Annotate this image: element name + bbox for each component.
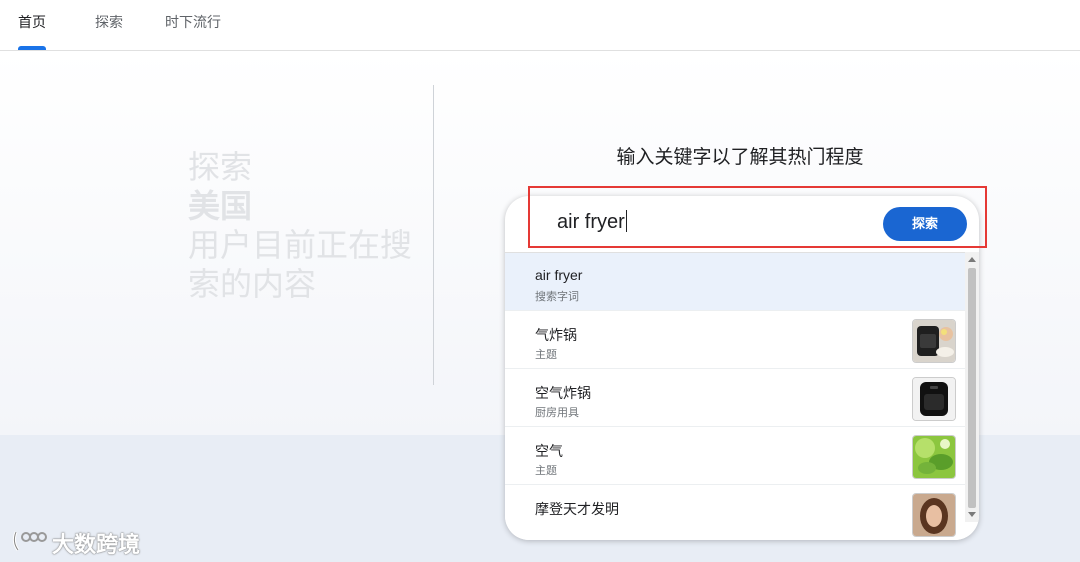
tab-explore-label: 探索: [95, 14, 123, 30]
suggestion-type: 主题: [535, 465, 557, 477]
search-row: air fryer 探索: [505, 196, 979, 252]
suggestion-item[interactable]: 气炸锅 主题: [505, 311, 965, 369]
search-input-value: air fryer: [557, 211, 625, 233]
suggestion-title: 摩登天才发明: [535, 501, 619, 517]
scroll-up-arrow-icon[interactable]: [968, 257, 976, 262]
tab-explore[interactable]: 探索: [95, 12, 123, 50]
hero-line-content: 索的内容: [188, 266, 317, 302]
tab-trending[interactable]: 时下流行: [165, 12, 221, 50]
watermark-logo-icon: [12, 531, 47, 551]
tab-home-label: 首页: [18, 14, 46, 30]
air-fryer-photo: [912, 319, 956, 363]
suggestion-item[interactable]: air fryer 搜索字词: [505, 253, 965, 311]
suggestion-title: 气炸锅: [535, 327, 577, 343]
black-air-fryer-photo: [912, 377, 956, 421]
suggestion-title: 空气: [535, 443, 563, 459]
green-leaves-photo: [912, 435, 956, 479]
suggestion-type: 厨房用具: [535, 407, 579, 419]
text-caret: [625, 210, 627, 232]
tab-home[interactable]: 首页: [18, 12, 46, 50]
suggestion-type: 主题: [535, 349, 557, 361]
suggestion-item[interactable]: 空气炸锅 厨房用具: [505, 369, 965, 427]
suggestion-title: 空气炸锅: [535, 385, 591, 401]
active-tab-indicator: [18, 46, 46, 50]
hero-line-explore: 探索: [188, 149, 253, 185]
suggestion-title: air fryer: [535, 267, 583, 283]
hero-headline: 探索 美国 用户目前正在搜 索的内容: [188, 148, 428, 304]
hero-divider: [433, 85, 434, 385]
suggestion-item[interactable]: 摩登天才发明: [505, 485, 965, 540]
suggestion-type: 搜索字词: [535, 291, 579, 303]
search-input[interactable]: air fryer: [557, 210, 627, 234]
explore-button[interactable]: 探索: [883, 207, 967, 241]
hero-country: 美国: [188, 188, 253, 224]
suggestion-list: air fryer 搜索字词 气炸锅 主题 空气炸锅 厨房用具 空气 主题 摩登…: [505, 252, 965, 540]
top-nav: 首页 探索 时下流行: [0, 0, 1080, 51]
hero-line-users: 用户目前正在搜: [188, 227, 413, 263]
scroll-thumb[interactable]: [968, 268, 976, 508]
search-card: air fryer 探索 air fryer 搜索字词 气炸锅 主题 空气炸锅 …: [505, 196, 979, 540]
search-prompt: 输入关键字以了解其热门程度: [616, 147, 864, 168]
scroll-down-arrow-icon[interactable]: [968, 512, 976, 517]
suggestion-item[interactable]: 空气 主题: [505, 427, 965, 485]
watermark-text: 大数跨境: [52, 532, 141, 557]
woman-portrait-photo: [912, 493, 956, 537]
tab-trending-label: 时下流行: [165, 14, 221, 30]
suggestion-scrollbar[interactable]: [965, 252, 979, 522]
